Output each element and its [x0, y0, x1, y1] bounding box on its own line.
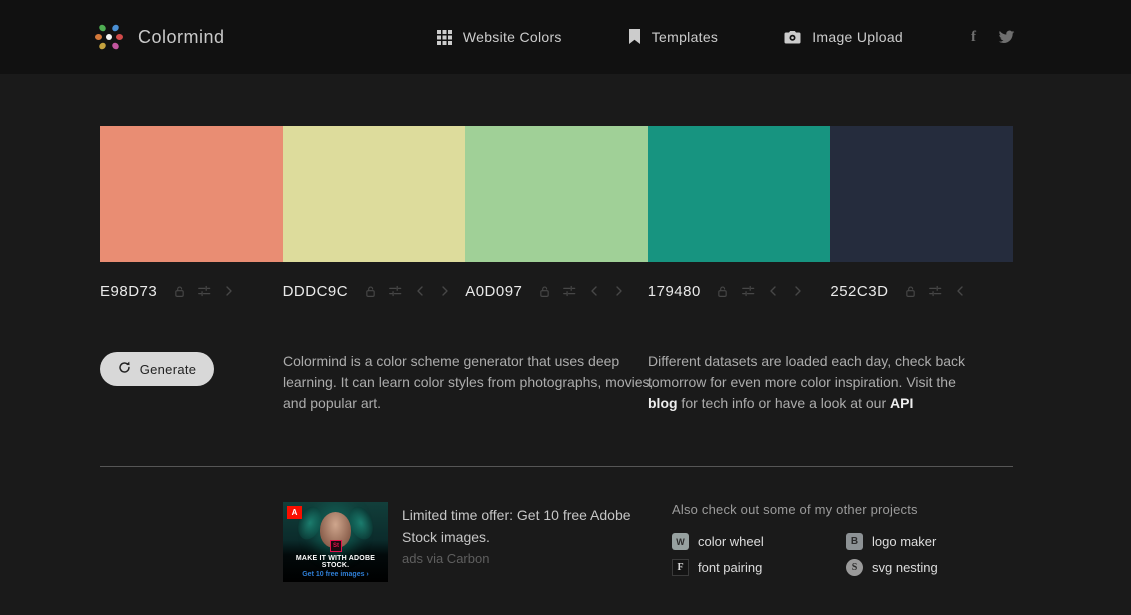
color-palette	[100, 126, 1013, 262]
footer: A St MAKE IT WITH ADOBE STOCK. Get 10 fr…	[100, 502, 1013, 615]
lock-icon[interactable]	[903, 283, 917, 299]
other-projects: Also check out some of my other projects…	[672, 502, 938, 576]
swatch-4[interactable]	[647, 126, 831, 262]
generate-button[interactable]: Generate	[100, 352, 214, 386]
adjust-sliders-icon[interactable]	[562, 283, 576, 299]
carbon-ad[interactable]: A St MAKE IT WITH ADOBE STOCK. Get 10 fr…	[283, 502, 647, 582]
footer-divider	[100, 466, 1013, 467]
nav-label: Image Upload	[812, 29, 903, 45]
chevron-right-icon[interactable]	[612, 283, 626, 299]
bookmark-icon	[628, 29, 641, 45]
lock-icon[interactable]	[363, 283, 377, 299]
link-font-pairing[interactable]: F font pairing	[672, 559, 846, 576]
projects-grid: W color wheel B logo maker F font pairin…	[672, 533, 938, 576]
chevron-right-icon[interactable]	[791, 283, 805, 299]
link-label: color wheel	[698, 534, 764, 549]
swatch-controls-5: 252C3D	[830, 277, 1013, 305]
hex-code: A0D097	[465, 282, 523, 300]
svg-nesting-icon: S	[846, 559, 863, 576]
adobe-stock-icon: St	[330, 540, 342, 552]
brand-name: Colormind	[138, 26, 225, 47]
adjust-sliders-icon[interactable]	[741, 283, 755, 299]
swatch-controls-4: 179480	[648, 277, 831, 305]
top-navbar: Colormind Website Colors Templates Image…	[0, 0, 1131, 74]
grid-icon	[436, 29, 452, 45]
nav-website-colors[interactable]: Website Colors	[436, 29, 562, 45]
social-links: f	[971, 29, 1015, 46]
swatch-controls-3: A0D097	[465, 277, 648, 305]
ad-image[interactable]: A St MAKE IT WITH ADOBE STOCK. Get 10 fr…	[283, 502, 388, 582]
refresh-icon	[118, 361, 131, 377]
adobe-logo-icon: A	[287, 506, 302, 519]
chevron-left-icon[interactable]	[953, 283, 967, 299]
nav-templates[interactable]: Templates	[628, 29, 719, 45]
ad-headline[interactable]: Limited time offer: Get 10 free Adobe St…	[402, 504, 647, 548]
brand[interactable]: Colormind	[95, 23, 225, 51]
swatch-3[interactable]	[465, 126, 648, 262]
swatch-controls-1: E98D73	[100, 277, 283, 305]
about-text-right: Different datasets are loaded each day, …	[648, 351, 976, 414]
api-link[interactable]: API	[890, 395, 913, 411]
nav-image-upload[interactable]: Image Upload	[784, 29, 903, 45]
nav-label: Website Colors	[462, 29, 562, 45]
chevron-right-icon[interactable]	[222, 283, 236, 299]
main-content: E98D73 DDDC9C A0D097 179480 252C3D Gener…	[100, 126, 1013, 615]
swatch-1[interactable]	[100, 126, 283, 262]
ad-image-cta[interactable]: Get 10 free images ›	[283, 571, 388, 578]
link-logo-maker[interactable]: B logo maker	[846, 533, 938, 550]
about-section: Generate Colormind is a color scheme gen…	[100, 352, 1013, 420]
link-color-wheel[interactable]: W color wheel	[672, 533, 846, 550]
color-wheel-icon: W	[672, 533, 689, 550]
ad-copy: Limited time offer: Get 10 free Adobe St…	[402, 502, 647, 582]
link-label: logo maker	[872, 534, 937, 549]
about-right-part1: Different datasets are loaded each day, …	[648, 353, 966, 390]
projects-heading: Also check out some of my other projects	[672, 502, 918, 517]
colormind-logo-icon	[95, 23, 123, 51]
swatch-2[interactable]	[282, 126, 466, 262]
hex-code: 252C3D	[830, 282, 889, 300]
hex-code: 179480	[647, 282, 701, 300]
font-pairing-icon: F	[672, 559, 689, 576]
chevron-left-icon[interactable]	[766, 283, 780, 299]
chevron-left-icon[interactable]	[587, 283, 601, 299]
camera-icon	[784, 30, 801, 44]
chevron-right-icon[interactable]	[438, 283, 452, 299]
lock-icon[interactable]	[716, 283, 730, 299]
logo-maker-icon: B	[846, 533, 863, 550]
adjust-sliders-icon[interactable]	[197, 283, 211, 299]
ad-attribution[interactable]: ads via Carbon	[402, 551, 647, 566]
palette-controls-row: E98D73 DDDC9C A0D097 179480 252C3D	[100, 277, 1013, 305]
ad-image-headline: MAKE IT WITH ADOBE STOCK.	[295, 555, 376, 569]
nav-label: Templates	[651, 29, 719, 45]
generate-label: Generate	[139, 361, 197, 377]
lock-icon[interactable]	[172, 283, 186, 299]
about-text-left: Colormind is a color scheme generator th…	[283, 353, 654, 411]
link-svg-nesting[interactable]: S svg nesting	[846, 559, 938, 576]
adjust-sliders-icon[interactable]	[928, 283, 942, 299]
link-label: font pairing	[698, 560, 763, 575]
hex-code: DDDC9C	[282, 282, 349, 300]
adjust-sliders-icon[interactable]	[388, 283, 402, 299]
about-right-part2: for tech info or have a look at our	[677, 395, 891, 411]
twitter-icon[interactable]	[998, 30, 1015, 45]
link-label: svg nesting	[872, 560, 938, 575]
blog-link[interactable]: blog	[648, 395, 678, 411]
swatch-controls-2: DDDC9C	[283, 277, 466, 305]
hex-code: E98D73	[100, 282, 158, 300]
chevron-left-icon[interactable]	[413, 283, 427, 299]
main-nav: Website Colors Templates Image Upload	[436, 29, 903, 45]
facebook-icon[interactable]: f	[971, 29, 976, 46]
lock-icon[interactable]	[537, 283, 551, 299]
swatch-5[interactable]	[830, 126, 1013, 262]
